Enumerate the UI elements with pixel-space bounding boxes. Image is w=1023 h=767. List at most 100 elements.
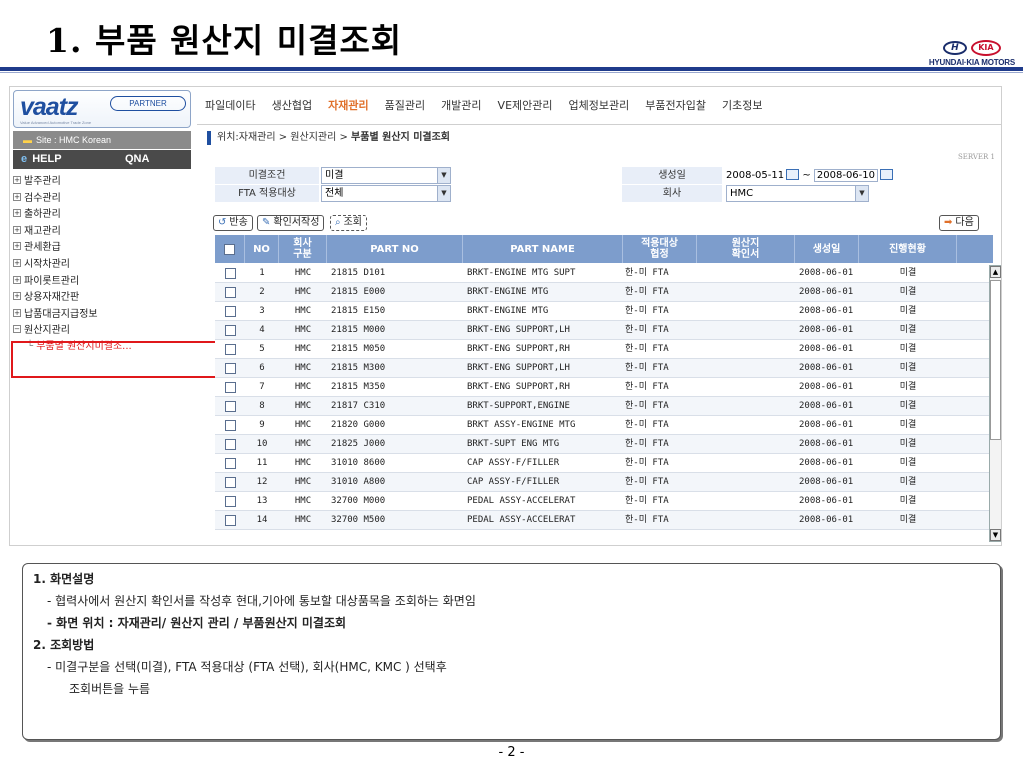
sidebar-item[interactable]: + 발주관리 [13, 174, 195, 191]
table-row[interactable]: 11 HMC 31010 8600 CAP ASSY-F/FILLER 한-미 FTA 2… [215, 454, 993, 473]
sidebar-item[interactable]: + 관세환급 [13, 240, 195, 257]
sidebar-item-label: 출하관리 [24, 209, 61, 221]
help-button[interactable]: e HELP [21, 150, 62, 169]
row-checkbox-cell [215, 511, 245, 530]
table-row[interactable]: 4 HMC 21815 M000 BRKT-ENG SUPPORT,LH 한-미 FTA… [215, 321, 993, 340]
table-row[interactable]: 8 HMC 21817 C310 BRKT-SUPPORT,ENGINE 한-미 FTA… [215, 397, 993, 416]
sidebar-item[interactable]: + 재고관리 [13, 224, 195, 241]
table-row[interactable]: 7 HMC 21815 M350 BRKT-ENG SUPPORT,RH 한-미 FTA… [215, 378, 993, 397]
main-content: 파일데이타 생산협업 자재관리 품질관리 개발관리 VE제안관리 업체정보관리 부품전자입찰 기… [197, 87, 1001, 545]
expand-icon[interactable]: + [13, 292, 21, 301]
scroll-down-icon[interactable]: ▼ [990, 529, 1001, 541]
row-checkbox[interactable] [224, 325, 236, 336]
sidebar-item[interactable]: + 시작차관리 [13, 257, 195, 274]
row-checkbox[interactable] [224, 306, 236, 317]
menu-item[interactable]: 기초정보 [714, 87, 770, 125]
cell-created: 2008-06-01 [799, 515, 854, 525]
fta-select[interactable]: 전체 ▼ [321, 185, 451, 202]
chevron-down-icon: ▼ [437, 186, 450, 201]
table-row[interactable]: 3 HMC 21815 E150 BRKT-ENGINE MTG 한-미 FTA 2008… [215, 302, 993, 321]
table-row[interactable]: 10 HMC 21825 J000 BRKT-SUPT ENG MTG 한-미 FTA 2… [215, 435, 993, 454]
cell-part-name: PEDAL ASSY-ACCELERAT [467, 515, 576, 525]
table-row[interactable]: 14 HMC 32700 M500 PEDAL ASSY-ACCELERAT 한-미 F… [215, 511, 993, 530]
cell-no: 10 [256, 439, 268, 449]
expand-icon[interactable]: + [13, 192, 21, 201]
description-box: 1. 화면설명 - 협력사에서 원산지 확인서를 작성후 현대,기아에 통보할 대… [22, 563, 1001, 740]
expand-icon[interactable]: + [13, 225, 21, 234]
row-checkbox-cell [215, 492, 245, 511]
search-button[interactable]: ⌕ 조회 [330, 215, 368, 231]
row-checkbox[interactable] [224, 287, 236, 298]
hyundai-logo-icon: H [942, 41, 967, 55]
cell-part-no: 31010 8600 [331, 458, 386, 468]
date-from-input[interactable]: 2008-05-11 [726, 170, 784, 181]
row-checkbox[interactable] [224, 382, 236, 393]
sidebar-item[interactable]: + 출하관리 [13, 207, 195, 224]
collapse-icon[interactable]: − [13, 325, 21, 334]
table-row[interactable]: 5 HMC 21815 M050 BRKT-ENG SUPPORT,RH 한-미 FTA… [215, 340, 993, 359]
write-certificate-button[interactable]: ✎ 확인서작성 [257, 215, 325, 231]
menu-item[interactable]: 품질관리 [377, 87, 433, 125]
return-button[interactable]: ↺ 반송 [213, 215, 253, 231]
table-row[interactable]: 6 HMC 21815 M300 BRKT-ENG SUPPORT,LH 한-미 FTA… [215, 359, 993, 378]
cell-part-name: BRKT-ENGINE MTG SUPT [467, 268, 576, 278]
cell-no: 7 [259, 382, 265, 392]
cell-created: 2008-06-01 [799, 344, 854, 354]
expand-icon[interactable]: + [13, 209, 21, 218]
row-checkbox[interactable] [224, 344, 236, 355]
menu-item[interactable]: VE제안관리 [490, 87, 561, 125]
next-button[interactable]: ➡ 다음 [939, 215, 979, 231]
scroll-up-icon[interactable]: ▲ [990, 266, 1001, 278]
expand-icon[interactable]: + [13, 176, 21, 184]
qna-button[interactable]: QNA [125, 150, 149, 169]
sidebar-item[interactable]: + 납품대금지급정보 [13, 307, 195, 324]
company-select[interactable]: HMC ▼ [726, 185, 869, 202]
return-icon: ↺ [218, 217, 227, 228]
row-checkbox[interactable] [224, 401, 236, 412]
row-checkbox[interactable] [224, 458, 236, 469]
table-row[interactable]: 2 HMC 21815 E000 BRKT-ENGINE MTG 한-미 FTA 2008… [215, 283, 993, 302]
expand-icon[interactable]: + [13, 275, 21, 284]
search-button-label: 조회 [343, 217, 363, 228]
menu-item[interactable]: 부품전자입찰 [637, 87, 714, 125]
cell-status: 미결 [899, 477, 917, 487]
cell-no: 13 [256, 496, 268, 506]
row-checkbox[interactable] [224, 477, 236, 488]
menu-item[interactable]: 업체정보관리 [561, 87, 638, 125]
calendar-icon[interactable] [880, 168, 894, 180]
table-row[interactable]: 13 HMC 32700 M000 PEDAL ASSY-ACCELERAT 한-미 F… [215, 492, 993, 511]
sidebar-item[interactable]: + 검수관리 [13, 191, 195, 208]
date-to-input[interactable]: 2008-06-10 [813, 169, 879, 182]
row-checkbox[interactable] [224, 268, 236, 279]
expand-icon[interactable]: + [13, 242, 21, 251]
scrollbar-thumb[interactable] [990, 280, 1001, 440]
table-row[interactable]: 1 HMC 21815 D101 BRKT-ENGINE MTG SUPT 한-미 FT… [215, 264, 993, 283]
cell-part-no: 21815 M050 [331, 344, 386, 354]
row-checkbox[interactable] [224, 439, 236, 450]
sidebar-item[interactable]: + 파이롯트관리 [13, 274, 195, 291]
calendar-icon[interactable] [786, 168, 800, 180]
menu-item[interactable]: 생산협업 [264, 87, 320, 125]
sidebar-item[interactable]: + 상용자재간판 [13, 290, 195, 307]
table-row[interactable]: 12 HMC 31010 A800 CAP ASSY-F/FILLER 한-미 FTA 2… [215, 473, 993, 492]
expand-icon[interactable]: + [13, 258, 21, 267]
table-scrollbar[interactable]: ▲ ▼ [989, 265, 1001, 542]
vaatz-logo[interactable]: vaatz PARTNER Value Advanced Automotive … [13, 90, 191, 128]
sidebar-item[interactable]: − 원산지관리 [13, 323, 195, 340]
menu-item[interactable]: 자재관리 [320, 87, 376, 125]
cell-company: HMC [294, 325, 312, 335]
status-select[interactable]: 미결 ▼ [321, 167, 451, 184]
select-all-checkbox[interactable] [224, 243, 235, 255]
table-row[interactable]: 9 HMC 21820 G000 BRKT ASSY-ENGINE MTG 한-미 FT… [215, 416, 993, 435]
row-checkbox[interactable] [224, 420, 236, 431]
site-selector[interactable]: ▬ Site : HMC Korean [13, 131, 191, 149]
row-checkbox[interactable] [224, 496, 236, 507]
menu-item[interactable]: 개발관리 [433, 87, 489, 125]
row-checkbox[interactable] [224, 363, 236, 374]
expand-icon[interactable]: + [13, 308, 21, 317]
cell-part-name: BRKT-ENG SUPPORT,RH [467, 344, 570, 354]
breadcrumb: 위치:자재관리 > 원산지관리 > 부품별 원산지 미결조회 [207, 131, 450, 145]
row-checkbox[interactable] [224, 515, 236, 526]
menu-item[interactable]: 파일데이타 [197, 87, 264, 125]
row-checkbox-cell [215, 378, 245, 397]
